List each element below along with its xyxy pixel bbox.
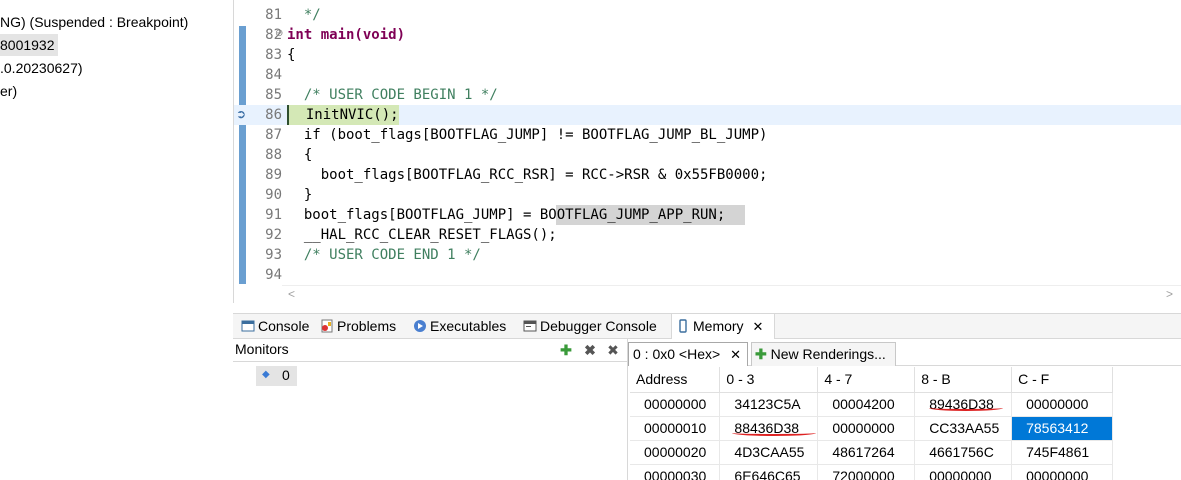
memory-cell[interactable]: 72000000 xyxy=(817,464,916,480)
close-memory-tab-icon[interactable]: ✕ xyxy=(752,319,763,334)
tab-memory[interactable]: Memory ✕ xyxy=(671,314,775,339)
scroll-right-icon[interactable]: > xyxy=(1166,286,1173,302)
views-tab-bar: Console Problems Executables Debugger Co… xyxy=(233,313,1181,339)
monitors-header: Monitors ✚ ✖ ✖ xyxy=(233,339,628,362)
table-row: 00000020 4D3CAA55 48617264 4661756C 745F… xyxy=(630,440,1113,465)
add-rendering-icon: ✚ xyxy=(755,346,767,362)
console-icon xyxy=(241,316,255,332)
instruction-pointer-icon: ➲ xyxy=(236,107,247,121)
debug-pane: NG) (Suspended : Breakpoint) 8001932 .0.… xyxy=(0,0,233,480)
memory-cell[interactable]: 89436D38 xyxy=(914,392,1013,417)
code-line-87[interactable]: 87 if (boot_flags[BOOTFLAG_JUMP] != BOOT… xyxy=(234,125,1181,145)
code-line-83[interactable]: 83 { xyxy=(234,45,1181,65)
address-cell[interactable]: 00000010 xyxy=(630,416,721,441)
close-rendering-icon[interactable]: ✕ xyxy=(730,347,741,362)
tab-executables[interactable]: Executables xyxy=(409,314,506,339)
memory-cell[interactable]: 745F4861 xyxy=(1011,440,1113,465)
red-underline-mark xyxy=(732,430,816,436)
debug-process[interactable]: er) xyxy=(0,80,17,102)
monitors-title: Monitors xyxy=(235,341,289,357)
code-line-91[interactable]: 91 boot_flags[BOOTFLAG_JUMP] = BOOTFLAG_… xyxy=(234,205,1181,225)
memory-cell[interactable]: 00004200 xyxy=(817,392,916,417)
tab-debugger-console[interactable]: Debugger Console xyxy=(519,314,657,339)
memory-cell[interactable]: CC33AA55 xyxy=(914,416,1013,441)
memory-cell[interactable]: 88436D38 xyxy=(719,416,819,441)
table-row: 00000030 6E646C65 72000000 00000000 0000… xyxy=(630,464,1113,480)
fold-toggle-icon[interactable]: ⊖ xyxy=(275,28,283,39)
tab-hex-rendering[interactable]: 0 : 0x0 <Hex> ✕ xyxy=(628,342,748,366)
tab-new-renderings[interactable]: ✚ New Renderings... xyxy=(751,342,896,366)
code-line-84[interactable]: 84 xyxy=(234,65,1181,85)
renderings-tab-bar: 0 : 0x0 <Hex> ✕ ✚ New Renderings... xyxy=(628,342,1181,366)
address-cell[interactable]: 00000030 xyxy=(630,464,721,480)
code-line-85[interactable]: 85 /* USER CODE BEGIN 1 */ xyxy=(234,85,1181,105)
memory-cell[interactable]: 00000000 xyxy=(1011,392,1113,417)
memory-cell[interactable]: 4661756C xyxy=(914,440,1013,465)
tab-problems[interactable]: Problems xyxy=(316,314,396,339)
problems-icon xyxy=(320,316,334,333)
address-cell[interactable]: 00000000 xyxy=(630,392,721,417)
debug-thread-status[interactable]: NG) (Suspended : Breakpoint) xyxy=(0,11,188,33)
memory-cell[interactable]: 6E646C65 xyxy=(719,464,819,480)
memory-cell[interactable]: 34123C5A xyxy=(719,392,819,417)
remove-all-icon[interactable]: ✖ xyxy=(605,342,621,358)
code-main-signature: int main(void) xyxy=(287,27,406,43)
code-line-88[interactable]: 88 { xyxy=(234,145,1181,165)
address-cell[interactable]: 00000020 xyxy=(630,440,721,465)
column-header[interactable]: 0 - 3 xyxy=(719,367,819,393)
debug-gdb-version[interactable]: .0.20230627) xyxy=(0,57,83,79)
memory-cell[interactable]: 00000000 xyxy=(914,464,1013,480)
table-row: 00000010 88436D38 00000000 CC33AA55 7856… xyxy=(630,416,1113,441)
code-line-94[interactable]: 94 xyxy=(234,265,1181,285)
scroll-left-icon[interactable]: < xyxy=(288,286,295,302)
executables-icon xyxy=(413,316,427,332)
memory-cell[interactable]: 48617264 xyxy=(817,440,916,465)
code-line-86-current[interactable]: ➲ 86 InitNVIC(); xyxy=(234,105,1181,125)
column-header[interactable]: 8 - B xyxy=(914,367,1013,393)
current-instruction: InitNVIC(); xyxy=(287,105,399,125)
table-row: 00000000 34123C5A 00004200 89436D38 0000… xyxy=(630,392,1113,417)
memory-renderings-pane: 0 : 0x0 <Hex> ✕ ✚ New Renderings... Addr… xyxy=(628,339,1181,480)
code-line-89[interactable]: 89 boot_flags[BOOTFLAG_RCC_RSR] = RCC->R… xyxy=(234,165,1181,185)
memory-icon xyxy=(676,316,690,333)
column-header[interactable]: C - F xyxy=(1011,367,1113,393)
code-line-82[interactable]: 82 ⊖ int main(void) xyxy=(234,25,1181,45)
code-line-81[interactable]: 81 */ xyxy=(234,5,1181,25)
memory-table[interactable]: Address 0 - 3 4 - 7 8 - B C - F 00000000… xyxy=(630,367,1113,480)
memory-cell-selected[interactable]: 78563412 xyxy=(1011,416,1113,441)
red-underline-mark xyxy=(929,405,1003,411)
memory-cell[interactable]: 4D3CAA55 xyxy=(719,440,819,465)
debugger-console-icon xyxy=(523,316,537,332)
column-header[interactable]: 4 - 7 xyxy=(817,367,916,393)
code-editor[interactable]: * 81 */ 82 ⊖ int main(void) 83 { 84 85 /… xyxy=(233,0,1181,303)
debug-stack-frame[interactable]: 8001932 xyxy=(0,34,58,56)
remove-icon[interactable]: ✖ xyxy=(582,342,598,358)
monitor-item[interactable]: ◆ 0 xyxy=(256,366,297,386)
add-icon[interactable]: ✚ xyxy=(558,342,574,358)
table-header-row: Address 0 - 3 4 - 7 8 - B C - F xyxy=(630,367,1113,393)
horizontal-scrollbar[interactable]: < > xyxy=(282,285,1181,301)
monitor-diamond-icon: ◆ xyxy=(262,369,270,380)
code-line-90[interactable]: 90 } xyxy=(234,185,1181,205)
tab-console[interactable]: Console xyxy=(237,314,309,339)
memory-monitors-pane: Monitors ✚ ✖ ✖ ◆ 0 xyxy=(233,339,628,480)
memory-cell[interactable]: 00000000 xyxy=(817,416,916,441)
code-line-92[interactable]: 92 __HAL_RCC_CLEAR_RESET_FLAGS(); xyxy=(234,225,1181,245)
memory-cell[interactable]: 00000000 xyxy=(1011,464,1113,480)
code-line-93[interactable]: 93 /* USER CODE END 1 */ xyxy=(234,245,1181,265)
column-header[interactable]: Address xyxy=(630,367,721,393)
